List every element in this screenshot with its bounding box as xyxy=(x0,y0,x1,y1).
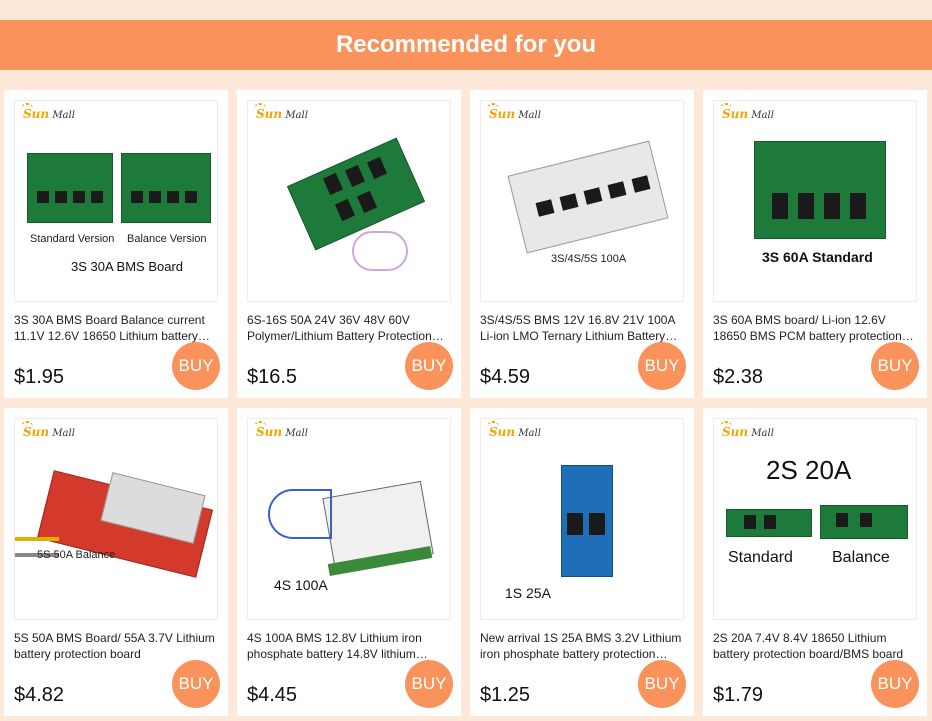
buy-button[interactable]: BUY xyxy=(638,660,686,708)
mosfet-chip xyxy=(37,191,49,203)
pcb-board xyxy=(754,141,886,239)
section-header: Recommended for you xyxy=(0,20,932,70)
image-caption: 3S 60A Standard xyxy=(762,249,873,265)
product-image[interactable]: Sun Mall Standard Version Balance Versio… xyxy=(14,100,218,302)
wire-harness xyxy=(352,231,408,271)
product-title[interactable]: 5S 50A BMS Board/ 55A 3.7V Lithium batte… xyxy=(14,630,219,662)
brand-logo: Sun Mall xyxy=(23,425,75,439)
image-caption: 4S 100A xyxy=(274,577,328,593)
top-strip xyxy=(0,0,932,20)
buy-button[interactable]: BUY xyxy=(172,342,220,390)
product-title[interactable]: 3S 30A BMS Board Balance current 11.1V 1… xyxy=(14,312,219,344)
product-card[interactable]: Sun Mall Standard Version Balance Versio… xyxy=(4,90,228,398)
mosfet-chip xyxy=(744,515,756,529)
image-caption: Standard Version xyxy=(30,233,115,245)
image-caption: 2S 20A xyxy=(766,455,852,485)
mosfet-chip xyxy=(73,191,85,203)
product-image[interactable]: Sun Mall 1S 25A xyxy=(480,418,684,620)
product-title[interactable]: 6S-16S 50A 24V 36V 48V 60V Polymer/Lithi… xyxy=(247,312,452,344)
mosfet-chip xyxy=(772,193,788,219)
product-price: $1.79 xyxy=(713,684,764,706)
brand-logo: Sun Mall xyxy=(722,425,774,439)
mosfet-chip xyxy=(850,193,866,219)
mosfet-chip xyxy=(55,191,67,203)
product-price: $4.82 xyxy=(14,684,65,706)
image-caption: 1S 25A xyxy=(505,585,551,601)
product-image[interactable]: Sun Mall 3S 60A Standard xyxy=(713,100,917,302)
brand-logo: Sun Mall xyxy=(256,425,308,439)
brand-logo: Sun Mall xyxy=(256,107,308,121)
product-image[interactable]: Sun Mall 5S 50A Balance xyxy=(14,418,218,620)
product-card[interactable]: Sun Mall 1S 25A New arrival 1S 25A BMS 3… xyxy=(470,408,694,716)
image-caption: Standard xyxy=(728,549,793,566)
mosfet-chip xyxy=(567,513,583,535)
buy-button[interactable]: BUY xyxy=(638,342,686,390)
product-price: $1.95 xyxy=(14,366,65,388)
product-price: $16.5 xyxy=(247,366,298,388)
image-caption: 3S 30A BMS Board xyxy=(71,259,184,274)
brand-logo: Sun Mall xyxy=(489,425,541,439)
product-card[interactable]: Sun Mall 3S/4S/5S 100A 3S/4S/5S BMS 12V … xyxy=(470,90,694,398)
mosfet-chip xyxy=(167,191,179,203)
buy-button[interactable]: BUY xyxy=(172,660,220,708)
product-card[interactable]: Sun Mall 2S 20A Standard Balance 2S 20A … xyxy=(703,408,927,716)
buy-button[interactable]: BUY xyxy=(405,342,453,390)
product-title[interactable]: 3S 60A BMS board/ Li-ion 12.6V 18650 BMS… xyxy=(713,312,918,344)
mosfet-chip xyxy=(149,191,161,203)
pcb-board xyxy=(286,137,426,251)
product-image[interactable]: Sun Mall xyxy=(247,100,451,302)
buy-button[interactable]: BUY xyxy=(405,660,453,708)
product-card[interactable]: Sun Mall 4S 100A 4S 100A BMS 12.8V Lithi… xyxy=(237,408,461,716)
product-title[interactable]: 4S 100A BMS 12.8V Lithium iron phosphate… xyxy=(247,630,452,662)
mosfet-chip xyxy=(764,515,776,529)
product-price: $2.38 xyxy=(713,366,764,388)
product-card[interactable]: Sun Mall 5S 50A Balance 5S 50A BMS Board… xyxy=(4,408,228,716)
product-price: $4.45 xyxy=(247,684,298,706)
mosfet-chip xyxy=(185,191,197,203)
product-image[interactable]: Sun Mall 4S 100A xyxy=(247,418,451,620)
product-title[interactable]: New arrival 1S 25A BMS 3.2V Lithium iron… xyxy=(480,630,685,662)
mosfet-chip xyxy=(860,513,872,527)
product-price: $1.25 xyxy=(480,684,531,706)
image-caption: 5S 50A Balance xyxy=(37,549,116,561)
mosfet-chip xyxy=(589,513,605,535)
product-card[interactable]: Sun Mall 6S-16S 50A 24V 36V 48V 60V Poly… xyxy=(237,90,461,398)
product-title[interactable]: 2S 20A 7.4V 8.4V 18650 Lithium battery p… xyxy=(713,630,918,662)
image-caption: Balance xyxy=(832,549,890,566)
mosfet-chip xyxy=(836,513,848,527)
buy-button[interactable]: BUY xyxy=(871,660,919,708)
pcb-board xyxy=(27,153,113,223)
buy-button[interactable]: BUY xyxy=(871,342,919,390)
brand-logo: Sun Mall xyxy=(722,107,774,121)
mosfet-chip xyxy=(798,193,814,219)
brand-logo: Sun Mall xyxy=(489,107,541,121)
mosfet-chip xyxy=(131,191,143,203)
product-title[interactable]: 3S/4S/5S BMS 12V 16.8V 21V 100A Li-ion L… xyxy=(480,312,685,344)
product-price: $4.59 xyxy=(480,366,531,388)
product-image[interactable]: Sun Mall 2S 20A Standard Balance xyxy=(713,418,917,620)
image-caption: 3S/4S/5S 100A xyxy=(551,253,627,265)
product-card[interactable]: Sun Mall 3S 60A Standard 3S 60A BMS boar… xyxy=(703,90,927,398)
mosfet-chip xyxy=(91,191,103,203)
product-image[interactable]: Sun Mall 3S/4S/5S 100A xyxy=(480,100,684,302)
pcb-board xyxy=(121,153,211,223)
brand-logo: Sun Mall xyxy=(23,107,75,121)
wire-harness xyxy=(268,489,332,539)
image-caption: Balance Version xyxy=(127,233,207,245)
mosfet-chip xyxy=(824,193,840,219)
